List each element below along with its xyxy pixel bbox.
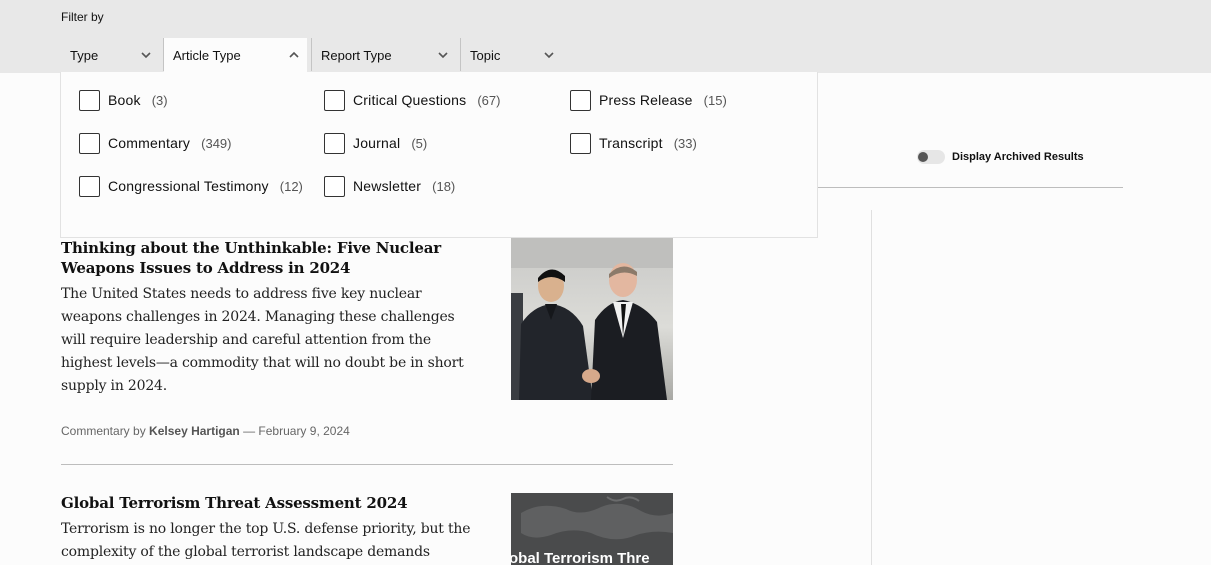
article-item: Thinking about the Unthinkable: Five Nuc… bbox=[61, 238, 673, 438]
option-critical-questions[interactable]: Critical Questions (67) bbox=[324, 89, 500, 111]
article-meta: Commentary by Kelsey Hartigan — February… bbox=[61, 424, 673, 438]
report-cover-title: obal Terrorism Thre bbox=[511, 550, 650, 565]
type-dropdown-label: Type bbox=[70, 48, 99, 63]
article-thumbnail[interactable] bbox=[511, 238, 673, 400]
option-press-release[interactable]: Press Release (15) bbox=[570, 89, 727, 111]
topic-dropdown[interactable]: Topic bbox=[461, 38, 571, 73]
archived-results-label: Display Archived Results bbox=[952, 151, 1084, 163]
article-author[interactable]: Kelsey Hartigan bbox=[149, 424, 240, 438]
article-type-dropdown[interactable]: Article Type bbox=[164, 38, 307, 73]
toggle-knob bbox=[918, 152, 928, 162]
filter-label: Filter by bbox=[61, 10, 104, 24]
checkbox[interactable] bbox=[570, 132, 591, 154]
archived-results-toggle[interactable] bbox=[917, 150, 945, 164]
photo-two-leaders-handshake-icon bbox=[511, 238, 673, 400]
checkbox[interactable] bbox=[324, 175, 345, 197]
chevron-down-icon bbox=[437, 49, 449, 61]
article-type: Commentary by bbox=[61, 424, 146, 438]
checkbox[interactable] bbox=[79, 89, 100, 111]
option-newsletter[interactable]: Newsletter (18) bbox=[324, 175, 455, 197]
type-dropdown[interactable]: Type bbox=[61, 38, 163, 73]
chevron-up-icon bbox=[288, 49, 300, 61]
article-description: The United States needs to address five … bbox=[61, 286, 464, 394]
article-title[interactable]: Thinking about the Unthinkable: Five Nuc… bbox=[61, 238, 461, 278]
checkbox[interactable] bbox=[570, 89, 591, 111]
article-date: — February 9, 2024 bbox=[239, 424, 350, 438]
column-divider bbox=[871, 210, 872, 565]
display-archived-results: Display Archived Results bbox=[917, 150, 1084, 164]
filter-bar: Filter by Type Article Type Report Type … bbox=[0, 0, 1211, 73]
checkbox[interactable] bbox=[324, 89, 345, 111]
option-book[interactable]: Book (3) bbox=[79, 89, 168, 111]
report-type-dropdown-label: Report Type bbox=[321, 48, 392, 63]
article-title[interactable]: Global Terrorism Threat Assessment 2024 bbox=[61, 493, 461, 513]
checkbox[interactable] bbox=[79, 175, 100, 197]
article-divider bbox=[61, 464, 673, 465]
article-item: Global Terrorism Threat Assessment 2024 … bbox=[61, 493, 673, 565]
option-commentary[interactable]: Commentary (349) bbox=[79, 132, 232, 154]
article-type-options-panel: Book (3) Commentary (349) Congressional … bbox=[60, 72, 818, 238]
option-transcript[interactable]: Transcript (33) bbox=[570, 132, 697, 154]
option-congressional-testimony[interactable]: Congressional Testimony (12) bbox=[79, 175, 303, 197]
option-journal[interactable]: Journal (5) bbox=[324, 132, 427, 154]
article-type-dropdown-label: Article Type bbox=[173, 48, 241, 63]
chevron-down-icon bbox=[140, 49, 152, 61]
chevron-down-icon bbox=[543, 49, 555, 61]
report-cover-map-icon: obal Terrorism Thre bbox=[511, 493, 673, 565]
report-type-dropdown[interactable]: Report Type bbox=[312, 38, 460, 73]
checkbox[interactable] bbox=[79, 132, 100, 154]
results-divider bbox=[810, 187, 1123, 188]
checkbox[interactable] bbox=[324, 132, 345, 154]
article-thumbnail[interactable]: obal Terrorism Thre bbox=[511, 493, 673, 565]
topic-dropdown-label: Topic bbox=[470, 48, 501, 63]
article-description: Terrorism is no longer the top U.S. defe… bbox=[61, 521, 471, 560]
